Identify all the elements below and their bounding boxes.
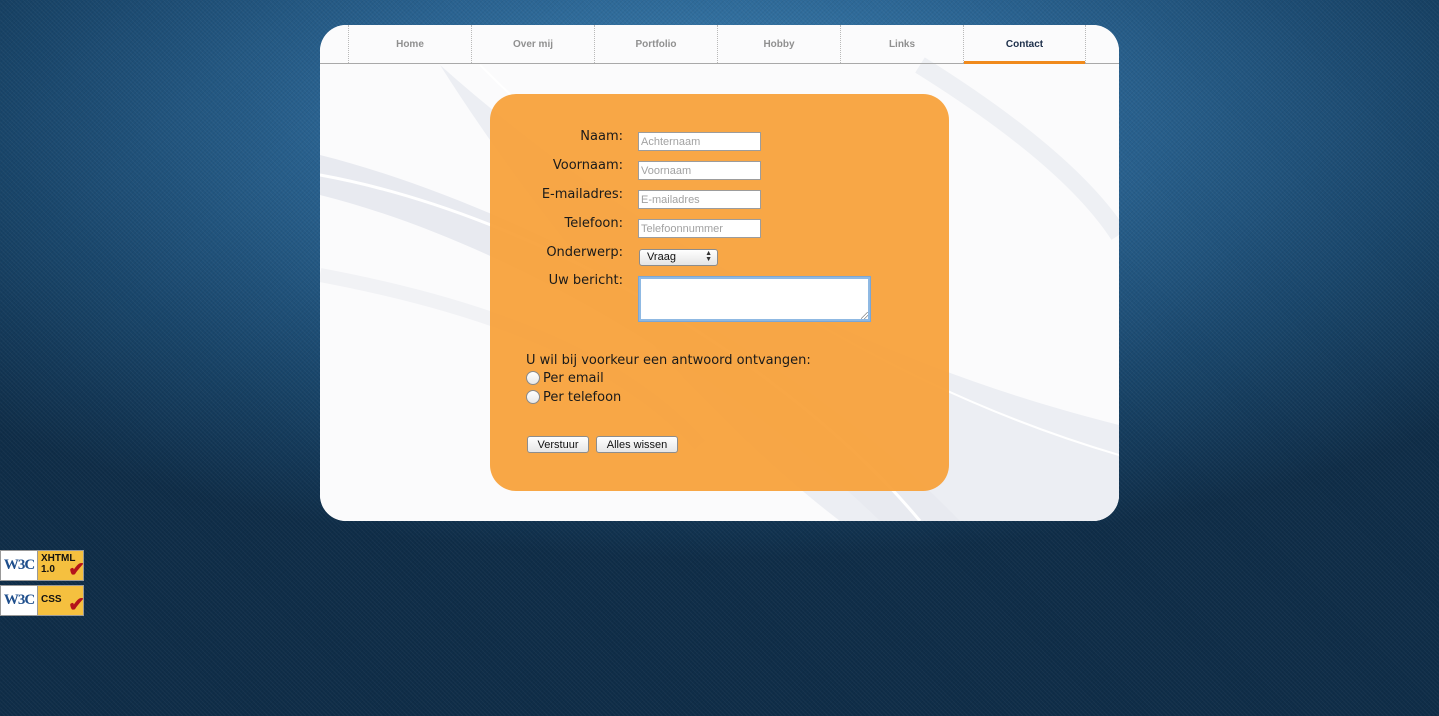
contact-form: Naam: Voornaam: E-mailadres: Telefoon: O… (490, 94, 949, 491)
email-label: E-mailadres: (541, 187, 623, 202)
subject-select-value: Vraag (647, 251, 676, 263)
reset-button[interactable]: Alles wissen (596, 436, 678, 453)
nav-links[interactable]: Links (840, 25, 963, 63)
radio-option-email[interactable]: Per email (526, 370, 604, 386)
resize-grip-icon[interactable] (861, 312, 868, 319)
email-field[interactable] (638, 190, 761, 209)
subject-select[interactable]: Vraag ▲ ▼ (639, 249, 718, 266)
main-nav: Home Over mij Portfolio Hobby Links Cont… (320, 25, 1119, 64)
css-line1: CSS (41, 594, 62, 605)
nav-portfolio[interactable]: Portfolio (594, 25, 717, 63)
phone-label: Telefoon: (564, 216, 623, 231)
w3c-logo: W3C (1, 551, 38, 580)
nav-home[interactable]: Home (348, 25, 471, 63)
radio-email[interactable] (526, 371, 540, 385)
checkmark-icon: ✔ (68, 594, 85, 616)
preference-label: U wil bij voorkeur een antwoord ontvange… (526, 353, 811, 368)
firstname-label: Voornaam: (552, 158, 623, 173)
xhtml-line2: 1.0 (41, 564, 55, 575)
name-label: Naam: (580, 129, 623, 144)
nav-contact[interactable]: Contact (963, 25, 1086, 64)
checkmark-icon: ✔ (68, 559, 85, 581)
w3c-logo: W3C (1, 586, 38, 615)
phone-field[interactable] (638, 219, 761, 238)
subject-label: Onderwerp: (546, 245, 623, 260)
submit-button[interactable]: Verstuur (527, 436, 589, 453)
firstname-field[interactable] (638, 161, 761, 180)
css-tag: CSS ✔ (38, 586, 85, 616)
select-arrows-icon: ▲ ▼ (705, 250, 712, 263)
radio-email-label: Per email (543, 370, 604, 386)
w3c-css-badge[interactable]: W3C CSS ✔ (0, 585, 85, 616)
xhtml-tag: XHTML 1.0 ✔ (38, 551, 85, 581)
content-panel: Home Over mij Portfolio Hobby Links Cont… (320, 25, 1119, 521)
radio-phone-label: Per telefoon (543, 389, 622, 405)
message-textarea[interactable] (638, 276, 871, 322)
nav-hobby[interactable]: Hobby (717, 25, 840, 63)
radio-phone[interactable] (526, 390, 540, 404)
radio-option-phone[interactable]: Per telefoon (526, 389, 621, 405)
w3c-xhtml-badge[interactable]: W3C XHTML 1.0 ✔ (0, 550, 85, 581)
name-field[interactable] (638, 132, 761, 151)
message-label: Uw bericht: (548, 273, 623, 288)
nav-over-mij[interactable]: Over mij (471, 25, 594, 63)
